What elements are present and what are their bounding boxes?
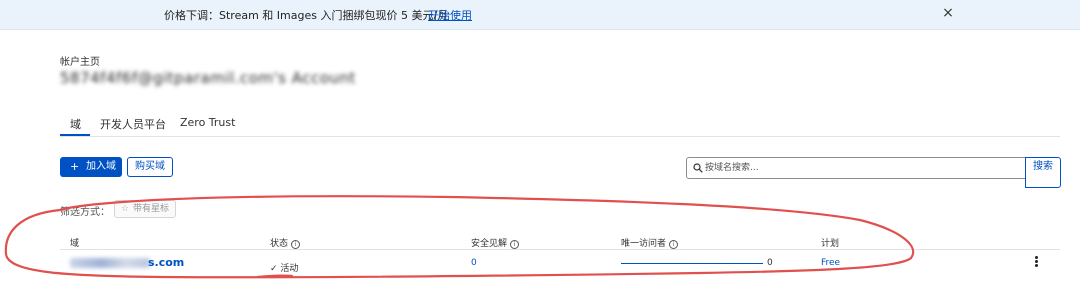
star-icon: ☆ bbox=[121, 204, 130, 214]
column-header-security: 安全见解 i bbox=[471, 236, 520, 249]
visitors-count: 0 bbox=[767, 258, 773, 268]
account-name-redacted: 5874f4f6f@gitparamil.com's Account bbox=[60, 69, 356, 87]
column-header-status: 状态 i bbox=[270, 236, 301, 249]
column-header-domain: 域 bbox=[70, 239, 80, 249]
table-header-divider bbox=[60, 249, 1060, 250]
buy-domain-button[interactable]: 购买域 bbox=[127, 157, 173, 177]
starred-filter-chip[interactable]: ☆ 带有星标 bbox=[114, 200, 176, 218]
tab-developer-platform[interactable]: 开发人员平台 bbox=[100, 116, 166, 132]
filter-label: 筛选方式： bbox=[60, 207, 110, 218]
info-icon[interactable]: i bbox=[291, 240, 301, 249]
status-text: 活动 bbox=[280, 264, 299, 274]
security-insights-link[interactable]: 0 bbox=[471, 258, 477, 268]
more-options-icon[interactable] bbox=[1030, 255, 1042, 269]
domain-link[interactable]: s.com bbox=[70, 256, 190, 270]
starred-filter-label: 带有星标 bbox=[133, 204, 170, 214]
banner-start-link[interactable]: 开始使用 bbox=[428, 7, 472, 23]
search-input[interactable] bbox=[705, 160, 1021, 176]
search-icon bbox=[693, 163, 703, 173]
plus-icon: + bbox=[70, 160, 80, 173]
domain-suffix: s.com bbox=[148, 256, 185, 269]
tab-zero-trust[interactable]: Zero Trust bbox=[180, 116, 235, 129]
account-home-label: 帐户主页 bbox=[60, 57, 100, 68]
search-button[interactable]: 搜索 bbox=[1025, 157, 1061, 188]
column-header-visitors: 唯一访问者 i bbox=[621, 236, 679, 249]
announcement-banner: 价格下调：Stream 和 Images 入门捆绑包现价 5 美元/月 开始使用… bbox=[0, 0, 1080, 30]
plan-link[interactable]: Free bbox=[821, 258, 840, 268]
search-field[interactable] bbox=[686, 157, 1026, 179]
check-icon: ✓ bbox=[270, 264, 278, 274]
status-cell: ✓ 活动 bbox=[270, 261, 298, 274]
tabs-divider bbox=[60, 136, 1060, 137]
close-icon[interactable]: × bbox=[940, 5, 956, 21]
tab-domains[interactable]: 域 bbox=[70, 116, 81, 132]
visitors-sparkline bbox=[621, 263, 763, 264]
add-domain-button[interactable]: + 加入域 bbox=[60, 157, 122, 177]
add-domain-label: 加入域 bbox=[86, 161, 116, 172]
column-header-plan: 计划 bbox=[821, 239, 840, 249]
redacted-domain bbox=[70, 258, 150, 268]
annotation-outline bbox=[4, 195, 915, 279]
info-icon[interactable]: i bbox=[510, 240, 520, 249]
banner-text: 价格下调：Stream 和 Images 入门捆绑包现价 5 美元/月 bbox=[164, 9, 449, 22]
info-icon[interactable]: i bbox=[669, 240, 679, 249]
